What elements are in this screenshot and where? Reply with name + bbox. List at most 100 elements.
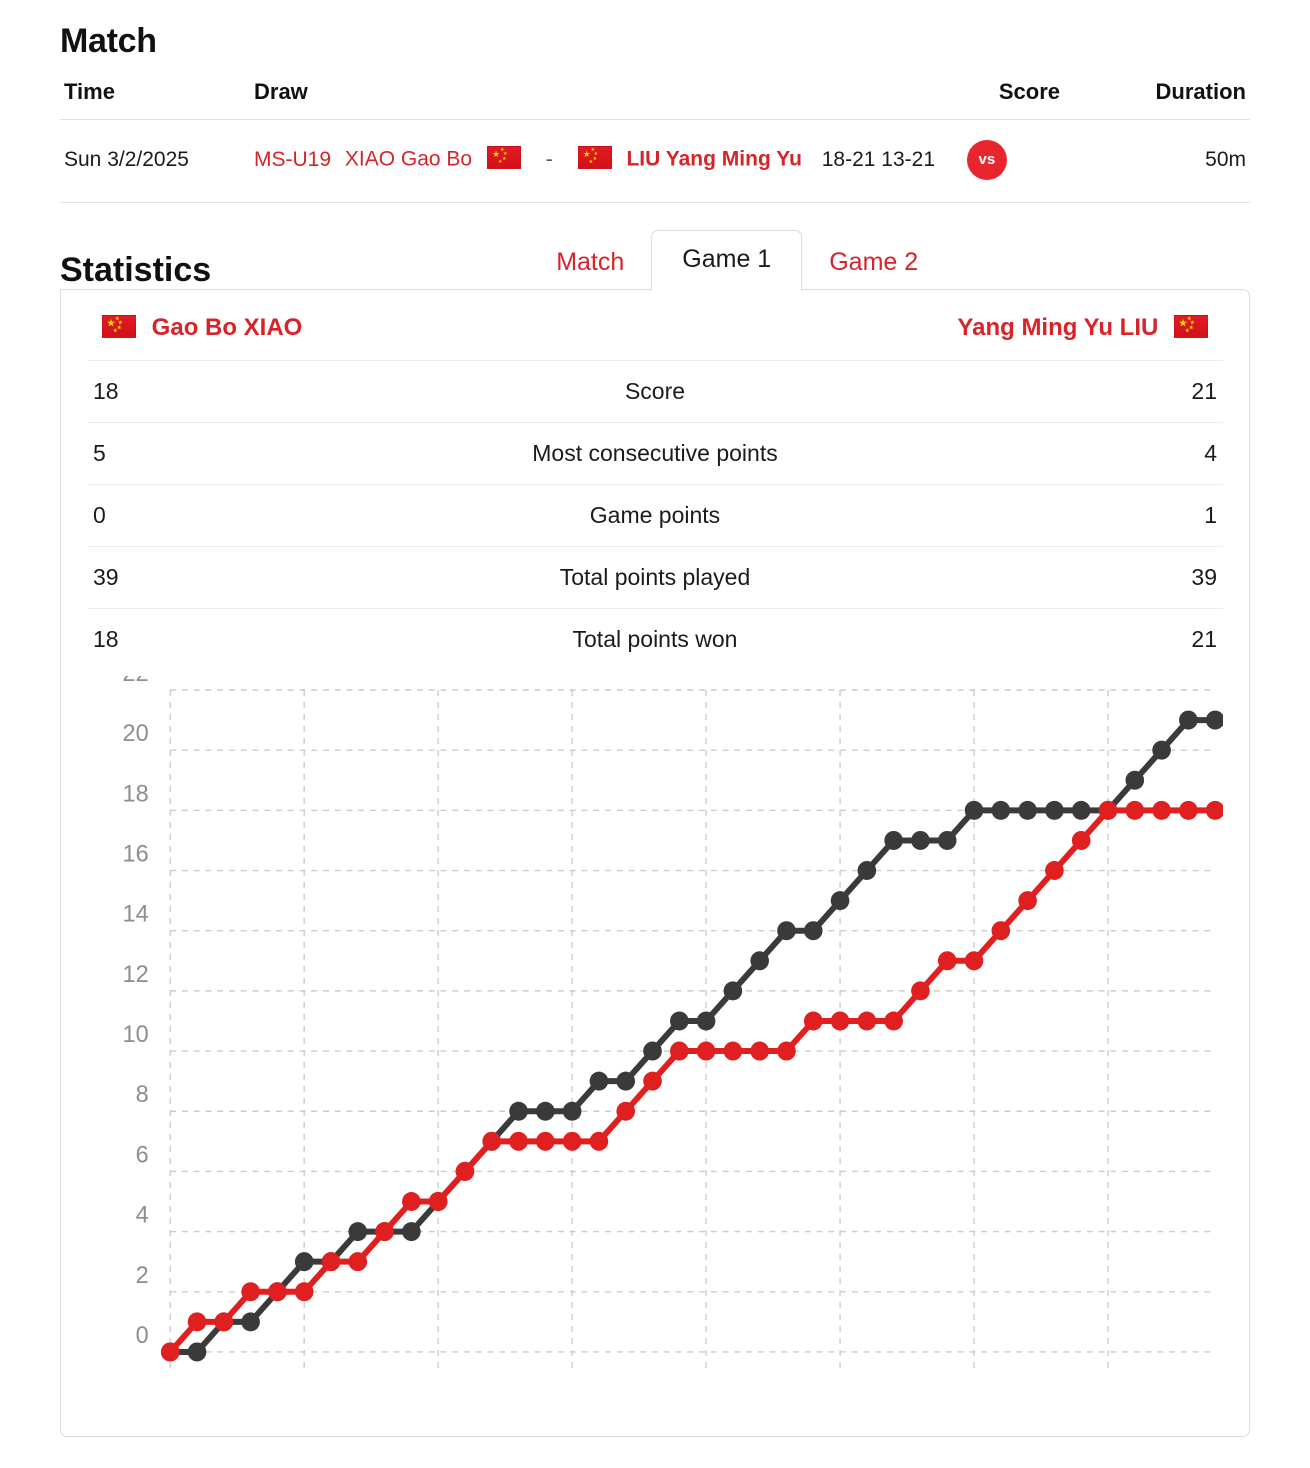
chart-point-marker	[937, 830, 957, 850]
table-row: 39 Total points played 39	[87, 546, 1223, 609]
chart-point-marker	[1152, 800, 1171, 820]
draw-code-link[interactable]: MS-U19	[254, 148, 331, 171]
cn-flag-icon: ★ ★ ★ ★ ★	[577, 145, 612, 169]
match-section-title: Match	[60, 22, 157, 60]
chart-point-marker	[1045, 800, 1064, 820]
chart-point-marker	[803, 1011, 823, 1031]
chart-point-marker	[670, 1041, 689, 1061]
statistics-panel: ★ ★ ★ ★ ★ Gao Bo XIAO Yang Ming Yu LIU ★	[60, 289, 1250, 1437]
chart-point-marker	[750, 1041, 769, 1061]
flag-star-small: ★	[117, 325, 122, 331]
tab-game-1[interactable]: Game 1	[651, 230, 803, 291]
chart-point-marker	[589, 1131, 609, 1151]
cn-flag-icon: ★ ★ ★ ★ ★	[1174, 315, 1208, 338]
table-row[interactable]: Sun 3/2/2025 MS-U19 XIAO Gao Bo ★ ★ ★ ★ …	[60, 119, 1250, 203]
stats-mid-header	[462, 290, 848, 361]
tab-match[interactable]: Match	[529, 235, 651, 291]
cn-flag-icon: ★ ★ ★ ★ ★	[486, 145, 521, 169]
chart-point-marker	[348, 1222, 368, 1242]
flag-star-large: ★	[1179, 318, 1188, 328]
flag-star-small: ★	[1189, 325, 1194, 331]
chart-point-marker	[1018, 891, 1037, 911]
y-axis-tick-label: 22	[123, 676, 149, 687]
chart-point-marker	[536, 1131, 555, 1151]
chart-point-marker	[643, 1071, 662, 1091]
chart-point-marker	[375, 1222, 394, 1242]
chart-point-marker	[884, 1011, 903, 1031]
chart-point-marker	[1152, 740, 1171, 760]
stat-value-right: 1	[1204, 502, 1217, 528]
table-row: 0 Game points 1	[87, 484, 1223, 547]
chart-point-marker	[562, 1131, 582, 1151]
chart-point-marker	[911, 981, 930, 1001]
match-time: Sun 3/2/2025	[64, 148, 189, 171]
statistics-table: ★ ★ ★ ★ ★ Gao Bo XIAO Yang Ming Yu LIU ★	[87, 290, 1223, 670]
y-axis-tick-label: 14	[123, 900, 149, 927]
table-row: 18 Score 21	[87, 360, 1223, 423]
chart-point-marker	[1205, 800, 1223, 820]
chart-point-marker	[803, 921, 823, 941]
chart-point-marker	[402, 1192, 421, 1212]
statistics-tabs: Match Game 1 Game 2	[529, 229, 945, 291]
stat-value-left: 18	[93, 626, 119, 652]
y-axis-tick-label: 12	[123, 961, 149, 988]
chart-point-marker	[696, 1041, 716, 1061]
chart-point-marker	[1179, 710, 1198, 730]
flag-star-large: ★	[107, 318, 116, 328]
stat-value-left: 0	[93, 502, 106, 528]
chart-point-marker	[402, 1222, 421, 1242]
y-axis-tick-label: 4	[136, 1201, 149, 1228]
chart-point-marker	[830, 1011, 850, 1031]
chart-point-marker	[294, 1252, 314, 1272]
chart-point-marker	[509, 1101, 528, 1121]
chart-point-marker	[160, 1342, 180, 1362]
stat-value-right: 4	[1204, 440, 1217, 466]
flag-star-small: ★	[588, 158, 594, 165]
stat-value-left: 5	[93, 440, 106, 466]
chart-point-marker	[509, 1131, 528, 1151]
player-left-header: ★ ★ ★ ★ ★ Gao Bo XIAO	[87, 290, 462, 361]
y-axis-tick-label: 20	[123, 720, 149, 747]
y-axis-tick-label: 2	[136, 1262, 149, 1289]
cn-flag-icon: ★ ★ ★ ★ ★	[102, 315, 136, 338]
chart-point-marker	[589, 1071, 609, 1091]
chart-point-marker	[1098, 800, 1118, 820]
chart-point-marker	[268, 1282, 287, 1302]
player2-name-link[interactable]: LIU Yang Ming Yu	[626, 148, 801, 171]
page-root: Match Time Draw Score Duration Sun 3/2/2…	[0, 22, 1310, 1437]
y-axis-tick-label: 10	[123, 1021, 149, 1048]
chart-point-marker	[777, 1041, 796, 1061]
y-axis-tick-label: 8	[136, 1081, 149, 1108]
stat-value-right: 21	[1191, 378, 1217, 404]
chart-point-marker	[1071, 830, 1091, 850]
chart-point-marker	[1179, 800, 1198, 820]
player1-name-link[interactable]: XIAO Gao Bo	[345, 148, 472, 171]
chart-point-marker	[536, 1101, 555, 1121]
chart-point-marker	[643, 1041, 662, 1061]
chart-point-marker	[616, 1071, 636, 1091]
chart-series-layer	[160, 710, 1223, 1362]
vs-badge-icon[interactable]: vs	[966, 140, 1007, 180]
chart-point-marker	[1205, 710, 1223, 730]
chart-point-marker	[991, 921, 1011, 941]
player-left-name[interactable]: Gao Bo XIAO	[152, 314, 303, 341]
chart-point-marker	[777, 921, 796, 941]
player-right-name[interactable]: Yang Ming Yu LIU	[957, 314, 1158, 341]
chart-point-marker	[964, 800, 984, 820]
stat-label: Game points	[589, 502, 721, 528]
stat-value-right: 21	[1191, 626, 1217, 652]
chart-point-marker	[321, 1252, 341, 1272]
tab-game-2[interactable]: Game 2	[802, 235, 945, 291]
chart-point-marker	[241, 1312, 260, 1332]
chart-point-marker	[1018, 800, 1037, 820]
table-row: 5 Most consecutive points 4	[87, 422, 1223, 485]
chart-point-marker	[830, 891, 850, 911]
chart-point-marker	[348, 1252, 368, 1272]
chart-point-marker	[911, 830, 930, 850]
match-table-body: Sun 3/2/2025 MS-U19 XIAO Gao Bo ★ ★ ★ ★ …	[60, 119, 1250, 203]
statistics-table-body: 18 Score 21 5 Most consecutive points 4 …	[87, 360, 1223, 671]
stat-value-left: 18	[93, 378, 119, 404]
chart-point-marker	[937, 951, 957, 971]
stat-value-left: 39	[93, 564, 119, 590]
stat-value-right: 39	[1191, 564, 1217, 590]
